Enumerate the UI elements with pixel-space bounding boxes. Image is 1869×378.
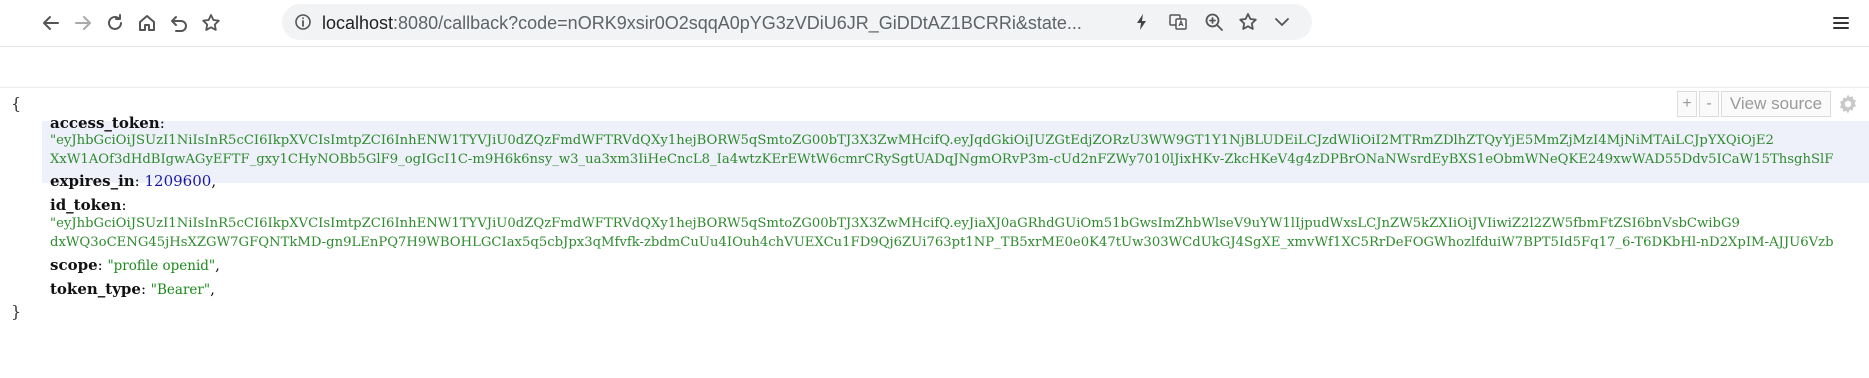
translate-icon[interactable] xyxy=(1164,8,1192,36)
settings-button[interactable] xyxy=(1835,91,1861,117)
json-number-value[interactable]: 1209600 xyxy=(145,172,212,190)
chevron-down-icon[interactable] xyxy=(1268,8,1296,36)
id-token-value-line-2[interactable]: dxWQ3oCENG45jHsXZGW7GFQNTkMD-gn9LEnPQ7H9… xyxy=(50,235,1869,250)
reload-icon xyxy=(108,14,122,30)
json-key-row: scope: "profile openid", xyxy=(50,256,220,274)
url-host: localhost xyxy=(322,13,394,33)
json-key: id_token xyxy=(50,196,122,214)
zoom-icon[interactable] xyxy=(1200,8,1228,36)
json-key: access_token xyxy=(50,114,160,132)
forward-arrow-icon xyxy=(75,16,91,30)
star-icon xyxy=(202,14,220,31)
json-key: token_type xyxy=(50,280,141,298)
browser-toolbar: localhost:8080/callback?code=nORK9xsir0O… xyxy=(0,0,1869,47)
bookmarks-button[interactable] xyxy=(196,8,226,38)
json-key-row: access_token: xyxy=(50,114,165,132)
forward-button[interactable] xyxy=(68,8,98,38)
bookmarks-bar xyxy=(0,47,1869,88)
hamburger-menu-icon xyxy=(1833,17,1849,29)
json-key: expires_in xyxy=(50,172,135,190)
lightning-icon[interactable] xyxy=(1128,8,1156,36)
back-button[interactable] xyxy=(36,8,66,38)
home-icon xyxy=(139,15,155,31)
site-info-icon[interactable] xyxy=(294,13,312,36)
id-token-value-line-1[interactable]: "eyJhbGciOiJSUzI1NiIsInR5cCI6IkpXVCIsImt… xyxy=(50,216,1869,231)
json-viewer: { access_token: "eyJhbGciOiJSUzI1NiIsInR… xyxy=(0,88,1869,378)
address-bar[interactable]: localhost:8080/callback?code=nORK9xsir0O… xyxy=(282,4,1312,40)
json-key: scope xyxy=(50,256,98,274)
home-button[interactable] xyxy=(132,8,162,38)
bookmark-star-icon[interactable] xyxy=(1234,8,1262,36)
viewer-controls: + - View source xyxy=(1677,91,1861,117)
access-token-value-line-1[interactable]: "eyJhbGciOiJSUzI1NiIsInR5cCI6IkpXVCIsImt… xyxy=(50,133,1869,148)
undo-close-tab-button[interactable] xyxy=(164,8,194,38)
expand-all-button[interactable]: + xyxy=(1677,91,1697,117)
json-key-row: expires_in: 1209600, xyxy=(50,172,217,190)
access-token-value-line-2[interactable]: XxW1AOf3dHdBIgwAGyEFTF_gxy1CHyNOBb5GlF9_… xyxy=(50,152,1869,167)
collapse-all-button[interactable]: - xyxy=(1699,91,1719,117)
menu-button[interactable] xyxy=(1826,8,1856,38)
json-key-row: id_token: xyxy=(50,196,127,214)
reload-button[interactable] xyxy=(100,8,130,38)
gear-icon xyxy=(1840,94,1856,114)
close-brace: } xyxy=(11,302,22,321)
undo-icon xyxy=(171,16,187,32)
url-text[interactable]: localhost:8080/callback?code=nORK9xsir0O… xyxy=(322,13,1082,34)
json-key-row: token_type: "Bearer", xyxy=(50,280,215,298)
back-arrow-icon xyxy=(43,16,59,30)
view-source-button[interactable]: View source xyxy=(1721,91,1831,117)
json-string-value[interactable]: "Bearer" xyxy=(151,282,210,298)
json-string-value[interactable]: "profile openid" xyxy=(107,258,215,274)
url-path: :8080/callback?code=nORK9xsir0O2sqqA0pYG… xyxy=(393,13,1082,33)
open-brace: { xyxy=(11,94,22,113)
